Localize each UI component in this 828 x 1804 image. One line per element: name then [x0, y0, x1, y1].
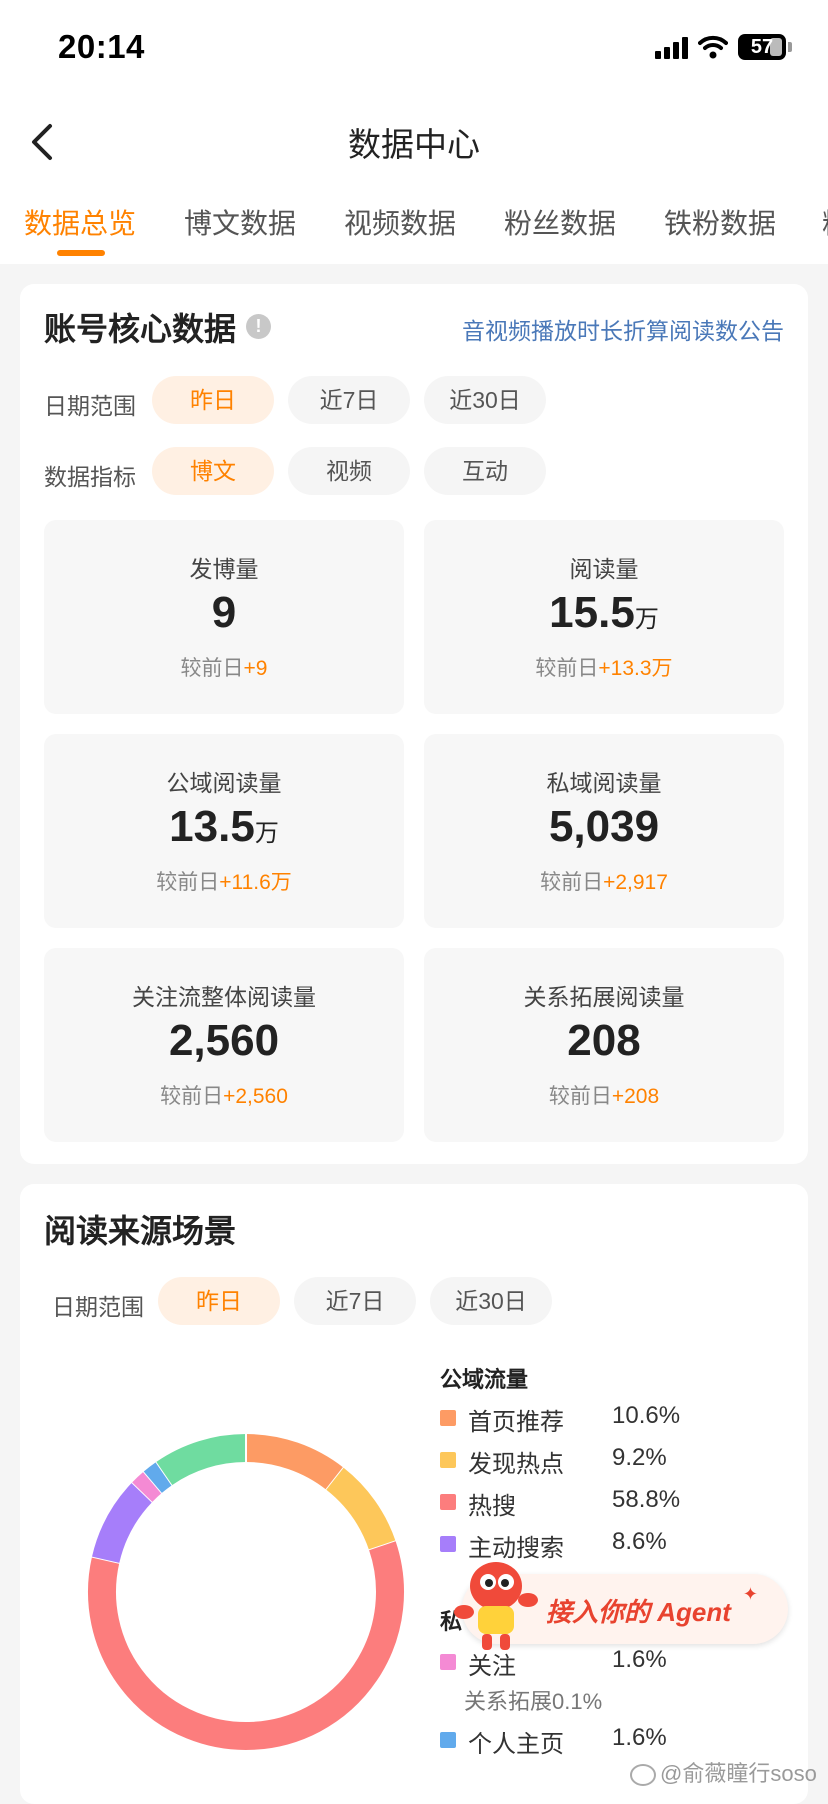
- notice-link[interactable]: 音视频播放时长折算阅读数公告: [462, 312, 784, 346]
- weibo-icon: [630, 1764, 656, 1787]
- date-option-yesterday[interactable]: 昨日: [152, 376, 274, 424]
- stat-delta: 较前日+2,917: [540, 871, 668, 894]
- stat-card-relationship-reads: 关系拓展阅读量 208 较前日+208: [424, 948, 784, 1142]
- tab-active-indicator: [57, 250, 105, 256]
- stat-delta: 较前日+208: [548, 1085, 660, 1108]
- status-time: 20:14: [58, 28, 145, 65]
- date-range-label: 日期范围: [44, 393, 136, 419]
- read-sources-card: 阅读来源场景 日期范围 昨日 近7日 近30日 公域流量 首页推荐 10.6% …: [20, 1184, 808, 1804]
- legend-subitem: 关系拓展0.1%: [464, 1689, 603, 1714]
- public-traffic-heading: 公域流量: [440, 1367, 529, 1392]
- signal-icon: [655, 35, 688, 59]
- stat-value: 2,560: [168, 1016, 280, 1065]
- stat-delta: 较前日+2,560: [160, 1085, 288, 1108]
- tab-overview[interactable]: 数据总览: [24, 202, 136, 242]
- status-icons: 57: [655, 32, 792, 62]
- source-donut-chart: [76, 1422, 416, 1762]
- stat-value: 5,039: [548, 802, 660, 851]
- stat-delta: 较前日+13.3万: [535, 657, 673, 680]
- wifi-icon: [698, 35, 728, 59]
- legend-swatch: [440, 1536, 456, 1552]
- stat-label: 关系拓展阅读量: [523, 984, 685, 1010]
- battery-level: 57: [750, 35, 774, 58]
- battery-tip: [788, 42, 792, 52]
- tab-next-cut[interactable]: 粉: [822, 202, 828, 242]
- stat-label: 公域阅读量: [166, 770, 282, 796]
- sources-date-7d[interactable]: 近7日: [294, 1277, 416, 1325]
- tab-bar: 数据总览 博文数据 视频数据 粉丝数据 铁粉数据 粉: [0, 200, 828, 264]
- core-data-card: 账号核心数据 ! 音视频播放时长折算阅读数公告 日期范围 昨日 近7日 近30日…: [20, 284, 808, 1164]
- metric-option-interaction[interactable]: 互动: [424, 447, 546, 495]
- donut-segment-0: [245, 1434, 344, 1491]
- tab-videos[interactable]: 视频数据: [344, 202, 456, 242]
- mascot-icon: [454, 1562, 538, 1650]
- donut-svg: [88, 1433, 404, 1750]
- stat-value: 15.5万: [549, 588, 659, 637]
- donut-segment-1: [326, 1467, 396, 1551]
- metric-option-video[interactable]: 视频: [288, 447, 410, 495]
- stat-card-public-reads: 公域阅读量 13.5万 较前日+11.6万: [44, 734, 404, 928]
- stat-label: 阅读量: [569, 556, 639, 582]
- sources-date-30d[interactable]: 近30日: [430, 1277, 552, 1325]
- date-option-30d[interactable]: 近30日: [424, 376, 546, 424]
- info-icon[interactable]: !: [246, 314, 271, 339]
- tab-iron-fans[interactable]: 铁粉数据: [664, 202, 776, 242]
- stat-card-reads: 阅读量 15.5万 较前日+13.3万: [424, 520, 784, 714]
- stat-card-posts: 发博量 9 较前日+9: [44, 520, 404, 714]
- stat-label: 关注流整体阅读量: [132, 984, 316, 1010]
- donut-segment-5: [143, 1461, 173, 1493]
- stat-value: 9: [211, 588, 237, 637]
- legend-swatch: [440, 1494, 456, 1510]
- battery-icon: 57: [738, 34, 786, 60]
- tab-fans[interactable]: 粉丝数据: [504, 202, 616, 242]
- stat-delta: 较前日+11.6万: [156, 871, 292, 894]
- stat-value: 13.5万: [169, 802, 279, 851]
- donut-segment-6: [156, 1434, 247, 1486]
- stat-value: 208: [567, 1016, 641, 1065]
- stat-delta: 较前日+9: [180, 657, 268, 680]
- tab-posts[interactable]: 博文数据: [184, 202, 296, 242]
- stat-card-private-reads: 私域阅读量 5,039 较前日+2,917: [424, 734, 784, 928]
- sources-date-yesterday[interactable]: 昨日: [158, 1277, 280, 1325]
- donut-segment-3: [92, 1482, 153, 1564]
- stat-card-follow-feed-reads: 关注流整体阅读量 2,560 较前日+2,560: [44, 948, 404, 1142]
- watermark: @俞薇瞳行soso: [630, 1756, 817, 1788]
- stat-label: 发博量: [189, 556, 259, 582]
- legend-swatch: [440, 1452, 456, 1468]
- legend-swatch: [440, 1410, 456, 1426]
- sparkle-icon: ✦: [742, 1584, 758, 1604]
- donut-segment-2: [88, 1541, 404, 1750]
- agent-banner-text: 接入你的 Agent: [546, 1597, 731, 1627]
- sources-date-range-label: 日期范围: [52, 1294, 144, 1320]
- legend-swatch: [440, 1732, 456, 1748]
- date-option-7d[interactable]: 近7日: [288, 376, 410, 424]
- donut-segment-4: [132, 1471, 163, 1502]
- core-card-title: 账号核心数据: [44, 311, 237, 347]
- stat-label: 私域阅读量: [546, 770, 662, 796]
- page-title: 数据中心: [348, 126, 480, 163]
- top-bar: 20:14 57 数据中心 数据总览 博文数据 视频数据 粉丝数据 铁粉数据 粉: [0, 0, 828, 264]
- metric-label: 数据指标: [44, 464, 136, 490]
- sources-card-title: 阅读来源场景: [44, 1213, 237, 1249]
- legend-swatch: [440, 1654, 456, 1670]
- metric-option-posts[interactable]: 博文: [152, 447, 274, 495]
